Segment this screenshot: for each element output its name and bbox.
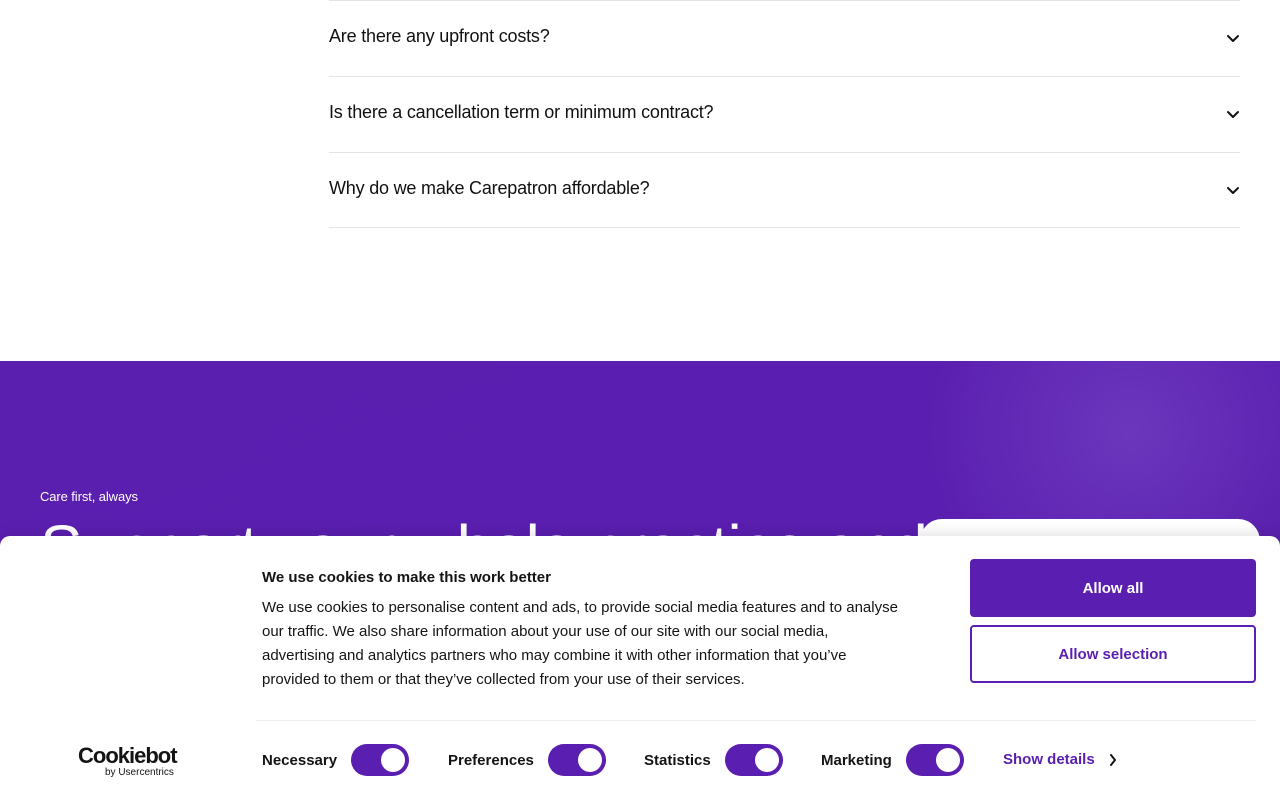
allow-selection-button[interactable]: Allow selection xyxy=(970,625,1256,683)
logo-name: Cookiebot xyxy=(78,743,178,768)
toggle-label: Statistics xyxy=(644,751,711,769)
faq-accordion: Are there any upfront costs? Is there a … xyxy=(329,0,1240,228)
toggle-label: Marketing xyxy=(821,751,892,769)
logo-byline: by Usercentrics xyxy=(105,767,174,778)
faq-question: Why do we make Carepatron affordable? xyxy=(329,178,650,198)
allow-all-button[interactable]: Allow all xyxy=(970,559,1256,617)
preferences-toggle[interactable] xyxy=(547,744,606,776)
faq-item-cancellation-term[interactable]: Is there a cancellation term or minimum … xyxy=(329,76,1240,152)
cookie-body: We use cookies to personalise content an… xyxy=(262,599,898,688)
chevron-down-icon xyxy=(1227,187,1239,194)
chevron-down-icon xyxy=(1227,111,1239,118)
faq-question: Are there any upfront costs? xyxy=(329,26,550,46)
divider xyxy=(256,720,1256,721)
consent-necessary: Necessary xyxy=(262,744,410,776)
statistics-toggle[interactable] xyxy=(724,744,783,776)
consent-statistics: Statistics xyxy=(644,744,783,776)
toggle-knob xyxy=(381,748,406,772)
toggle-knob xyxy=(754,748,779,772)
show-details-link[interactable]: Show details xyxy=(1003,751,1117,768)
cta-tagline: Care first, always xyxy=(40,489,138,504)
toggle-label: Necessary xyxy=(262,751,338,769)
show-details-label: Show details xyxy=(1003,751,1095,768)
consent-preferences: Preferences xyxy=(448,744,606,776)
consent-marketing: Marketing xyxy=(821,744,964,776)
page: Are there any upfront costs? Is there a … xyxy=(0,0,1280,800)
chevron-down-icon xyxy=(1227,35,1239,42)
faq-question: Is there a cancellation term or minimum … xyxy=(329,102,714,122)
marketing-toggle[interactable] xyxy=(905,744,964,776)
faq-item-affordable[interactable]: Why do we make Carepatron affordable? xyxy=(329,152,1240,228)
chevron-right-icon xyxy=(1109,753,1116,766)
necessary-toggle[interactable] xyxy=(351,744,410,776)
toggle-knob xyxy=(935,748,960,772)
cookie-banner: We use cookies to make this work better … xyxy=(0,536,1280,800)
toggle-knob xyxy=(577,748,602,772)
toggle-label: Preferences xyxy=(448,751,534,769)
cookiebot-logo: Cookiebot by Usercentrics xyxy=(78,745,182,779)
cookie-title: We use cookies to make this work better xyxy=(262,569,551,586)
faq-item-upfront-costs[interactable]: Are there any upfront costs? xyxy=(329,0,1240,76)
